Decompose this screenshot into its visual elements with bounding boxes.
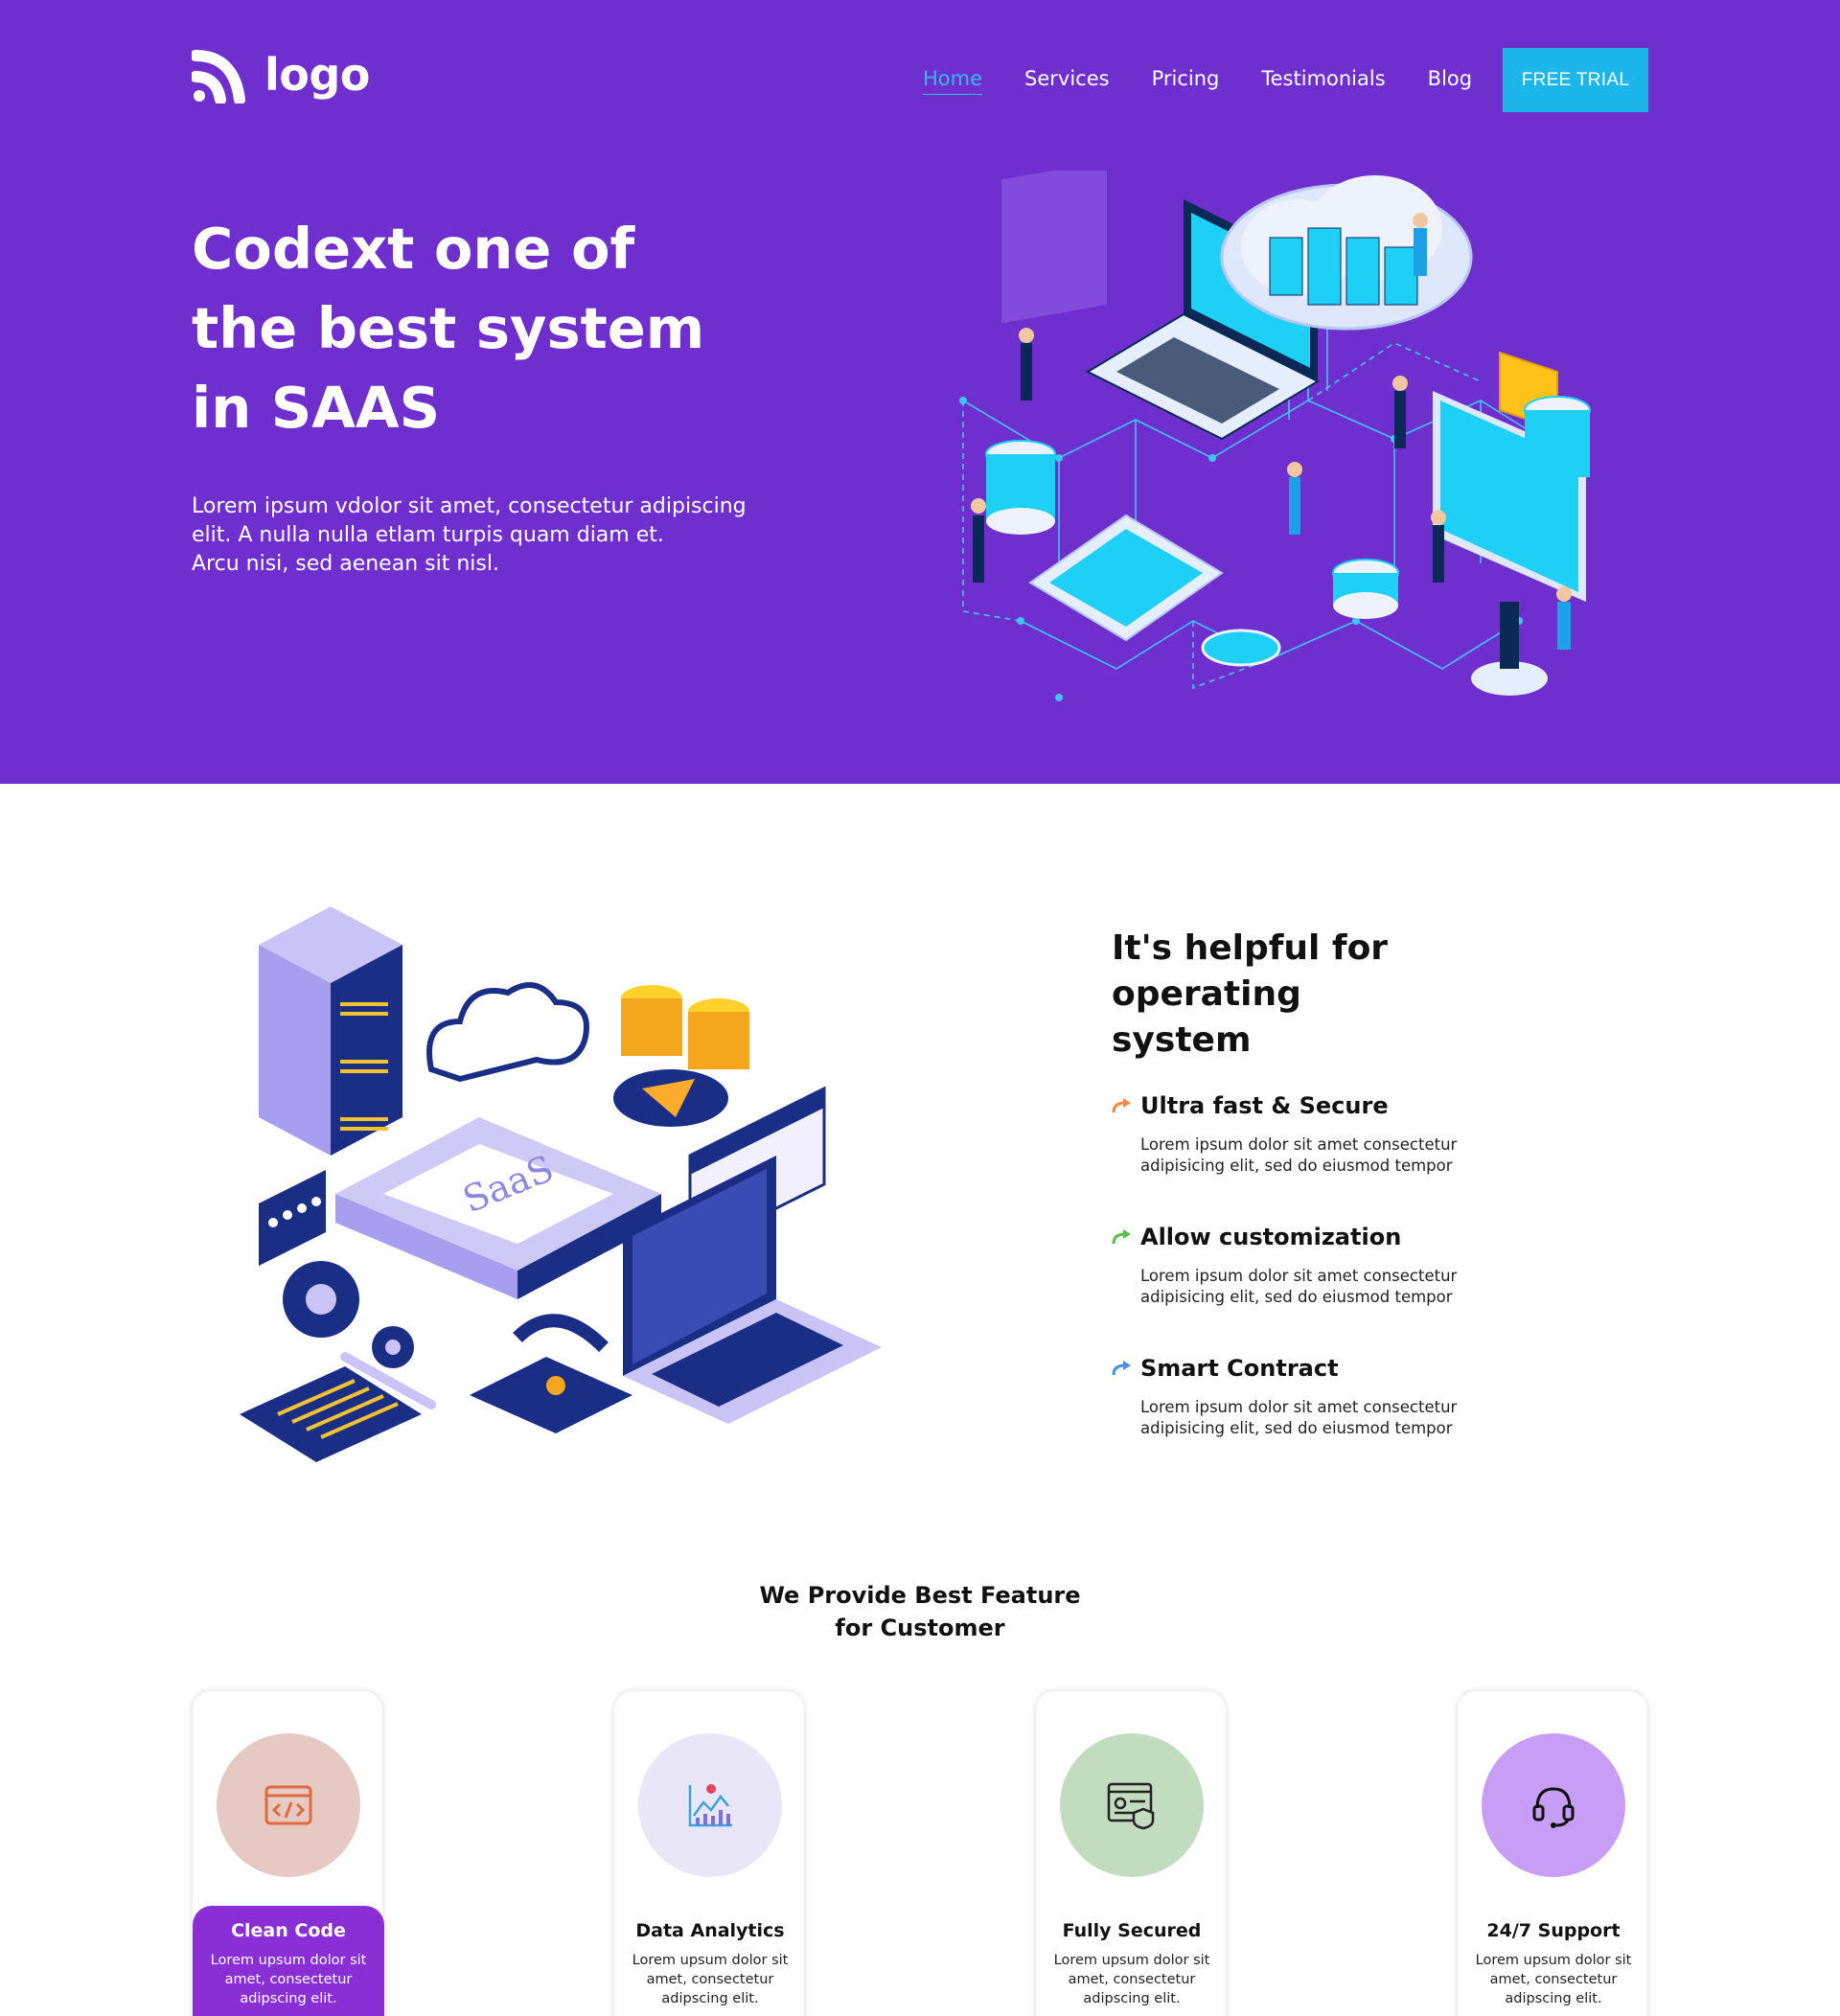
service-card-data-analytics[interactable]: Data Analytics Lorem upsum dolor sit ame… xyxy=(613,1690,805,2016)
hero-title-line: Codext one of xyxy=(192,216,635,282)
card-body: 24/7 Support Lorem upsum dolor sit amet,… xyxy=(1458,1906,1649,2016)
card-description: Lorem upsum dolor sit amet, consectetur … xyxy=(1458,1951,1649,2008)
logo[interactable]: logo xyxy=(192,46,370,103)
secure-document-icon xyxy=(1107,1782,1155,1830)
about-title-line: It's helpful for operating xyxy=(1112,928,1389,1014)
feature-item: Smart Contract Lorem ipsum dolor sit ame… xyxy=(1112,1355,1514,1439)
curved-arrow-icon xyxy=(1112,1361,1131,1376)
card-description: Lorem upsum dolor sit amet, consectetur … xyxy=(614,1951,806,2008)
feature-item: Ultra fast & Secure Lorem ipsum dolor si… xyxy=(1112,1092,1514,1177)
feature-description: Lorem ipsum dolor sit amet consectetur a… xyxy=(1140,1266,1485,1308)
hero-desc-line: elit. A nulla nulla etlam turpis quam di… xyxy=(192,523,664,547)
icon-circle xyxy=(1482,1733,1625,1877)
about-title: It's helpful for operating system xyxy=(1112,926,1552,1064)
card-body: Fully Secured Lorem upsum dolor sit amet… xyxy=(1036,1906,1228,2016)
card-desc-line: amet, consectetur xyxy=(224,1972,353,1987)
card-desc-line: amet, consectetur xyxy=(1068,1972,1196,1987)
hero-title: Codext one of the best system in SAAS xyxy=(192,209,728,447)
card-title: 24/7 Support xyxy=(1486,1920,1621,1941)
service-card-fully-secured[interactable]: Fully Secured Lorem upsum dolor sit amet… xyxy=(1035,1690,1227,2016)
service-card-clean-code[interactable]: Clean Code Lorem upsum dolor sit amet, c… xyxy=(192,1690,384,2016)
card-desc-line: amet, consectetur xyxy=(646,1972,774,1987)
nav-pricing[interactable]: Pricing xyxy=(1152,67,1220,95)
icon-circle xyxy=(217,1733,360,1877)
card-desc-line: adipscing elit. xyxy=(240,1991,337,2006)
nav-testimonials[interactable]: Testimonials xyxy=(1261,67,1385,95)
card-body: Clean Code Lorem upsum dolor sit amet, c… xyxy=(193,1906,384,2016)
logo-icon xyxy=(192,50,245,103)
feature-title: Allow customization xyxy=(1140,1224,1402,1250)
feature-title: Ultra fast & Secure xyxy=(1140,1092,1389,1119)
feature-desc-line: Lorem ipsum dolor sit amet consectetur xyxy=(1140,1135,1458,1154)
service-card-support[interactable]: 24/7 Support Lorem upsum dolor sit amet,… xyxy=(1457,1690,1648,2016)
feature-desc-line: adipisicing elit, sed do eiusmod tempor xyxy=(1140,1419,1453,1437)
services-title: We Provide Best Feature for Customer xyxy=(0,1579,1840,1644)
cloud-network-illustration xyxy=(959,171,1591,701)
card-desc-line: adipscing elit. xyxy=(661,1991,759,2006)
nav-home[interactable]: Home xyxy=(923,67,983,95)
hero-description: Lorem ipsum vdolor sit amet, consectetur… xyxy=(192,493,748,579)
hero-section: logo Home Services Pricing Testimonials … xyxy=(0,0,1840,784)
card-description: Lorem upsum dolor sit amet, consectetur … xyxy=(193,1951,384,2008)
feature-description: Lorem ipsum dolor sit amet consectetur a… xyxy=(1140,1397,1485,1439)
icon-circle xyxy=(638,1733,782,1877)
card-desc-line: adipscing elit. xyxy=(1505,1991,1602,2006)
feature-desc-line: Lorem ipsum dolor sit amet consectetur xyxy=(1140,1267,1458,1285)
hero-title-line: the best system xyxy=(192,295,705,361)
saas-illustration: SaaS xyxy=(240,906,882,1462)
hero-title-line: in SAAS xyxy=(192,375,441,441)
feature-item: Allow customization Lorem ipsum dolor si… xyxy=(1112,1224,1514,1308)
headset-icon xyxy=(1532,1787,1575,1828)
card-title: Fully Secured xyxy=(1062,1920,1202,1941)
curved-arrow-icon xyxy=(1112,1229,1131,1245)
hero-desc-line: Lorem ipsum vdolor sit amet, consectetur… xyxy=(192,494,747,518)
nav-services[interactable]: Services xyxy=(1024,67,1110,95)
feature-desc-line: adipisicing elit, sed do eiusmod tempor xyxy=(1140,1157,1453,1175)
curved-arrow-icon xyxy=(1112,1098,1131,1113)
free-trial-button[interactable]: FREE TRIAL xyxy=(1503,48,1648,112)
services-title-line: for Customer xyxy=(835,1615,1005,1641)
card-desc-line: amet, consectetur xyxy=(1489,1972,1618,1987)
card-body: Data Analytics Lorem upsum dolor sit ame… xyxy=(614,1906,806,2016)
card-description: Lorem upsum dolor sit amet, consectetur … xyxy=(1036,1951,1228,2008)
card-desc-line: Lorem upsum dolor sit xyxy=(210,1953,367,1968)
feature-desc-line: adipisicing elit, sed do eiusmod tempor xyxy=(1140,1288,1453,1306)
analytics-chart-icon xyxy=(688,1784,732,1827)
icon-circle xyxy=(1060,1733,1204,1877)
feature-desc-line: Lorem ipsum dolor sit amet consectetur xyxy=(1140,1398,1458,1416)
card-desc-line: Lorem upsum dolor sit xyxy=(1053,1953,1210,1968)
logo-text: logo xyxy=(264,49,370,101)
feature-title: Smart Contract xyxy=(1140,1355,1339,1382)
card-title: Data Analytics xyxy=(635,1920,785,1941)
nav-blog[interactable]: Blog xyxy=(1428,67,1472,95)
about-title-line: system xyxy=(1112,1020,1252,1060)
card-title: Clean Code xyxy=(231,1920,346,1941)
feature-description: Lorem ipsum dolor sit amet consectetur a… xyxy=(1140,1134,1485,1177)
code-window-icon xyxy=(264,1785,312,1825)
card-desc-line: Lorem upsum dolor sit xyxy=(632,1953,789,1968)
main-nav: Home Services Pricing Testimonials Blog xyxy=(923,67,1514,95)
services-title-line: We Provide Best Feature xyxy=(759,1582,1081,1609)
card-desc-line: adipscing elit. xyxy=(1083,1991,1181,2006)
hero-desc-line: Arcu nisi, sed aenean sit nisl. xyxy=(192,552,499,576)
card-desc-line: Lorem upsum dolor sit xyxy=(1475,1953,1632,1968)
